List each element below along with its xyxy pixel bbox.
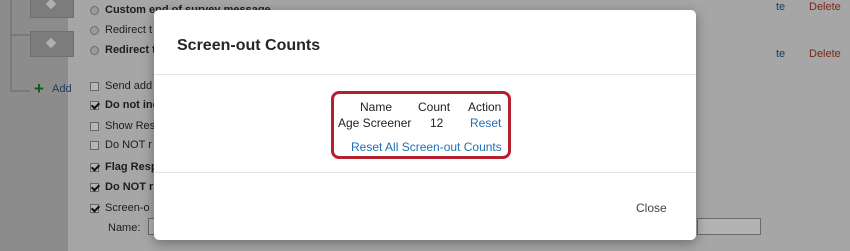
flow-connector [10,34,30,36]
row-count: 12 [430,116,444,130]
column-header-name: Name [360,100,393,114]
text-input[interactable] [697,218,761,235]
checkbox[interactable] [90,203,99,213]
flow-element-block[interactable] [30,31,74,57]
close-button[interactable]: Close [636,201,667,215]
add-element-link[interactable]: Add [52,83,72,95]
checkbox-option[interactable]: Flag Resp [90,161,158,173]
option-label: Flag Resp [105,161,158,173]
delete-link[interactable]: Delete [809,1,841,13]
option-label: Do not inc [105,99,159,111]
screen-out-counts-dialog: Screen-out Counts Name Count Action Age … [154,10,696,240]
divider [154,74,696,75]
checkbox-option[interactable]: Send add [90,80,152,92]
option-label: Redirect t [105,24,153,36]
option-label: Screen-o [105,202,150,214]
radio-option[interactable]: Redirect t [90,24,152,36]
divider [154,172,696,173]
checkbox-option[interactable]: Screen-o [90,202,150,214]
checkbox[interactable] [90,100,99,110]
flow-connector [10,0,12,92]
column-header-count: Count [418,100,451,114]
flow-connector [10,90,30,92]
radio-button[interactable] [90,25,99,35]
delete-link[interactable]: Delete [809,48,841,60]
checkbox-option[interactable]: Do NOT r [90,181,153,193]
checkbox-option[interactable]: Do NOT r [90,139,152,151]
checkbox[interactable] [90,121,99,131]
radio-button[interactable] [90,45,99,55]
checkbox-option[interactable]: Do not inc [90,99,159,111]
cube-icon [45,0,57,10]
name-label: Name: [108,222,141,234]
option-label: Redirect t [105,44,156,56]
option-label: Do NOT r [105,139,152,151]
checkbox-option[interactable]: Show Res [90,120,155,132]
option-label: Do NOT r [105,181,154,193]
option-label: Show Res [105,120,156,132]
dialog-title: Screen-out Counts [177,37,321,54]
radio-option[interactable]: Redirect t [90,44,156,56]
flow-element-block[interactable] [30,0,74,18]
column-header-action: Action [468,100,502,114]
add-icon[interactable]: + [34,80,44,97]
checkbox[interactable] [90,182,99,192]
checkbox[interactable] [90,140,99,150]
checkbox[interactable] [90,162,99,172]
reset-all-link[interactable]: Reset All Screen-out Counts [351,140,502,154]
radio-button[interactable] [90,5,99,15]
edit-link[interactable]: te [776,1,785,13]
cube-icon [45,37,57,49]
row-name: Age Screener [338,116,412,130]
edit-link[interactable]: te [776,48,785,60]
reset-link[interactable]: Reset [470,116,501,130]
option-label: Send add [105,80,153,92]
checkbox[interactable] [90,81,99,91]
screen-out-counts-table: Name Count Action Age Screener 12 Reset … [331,91,511,159]
